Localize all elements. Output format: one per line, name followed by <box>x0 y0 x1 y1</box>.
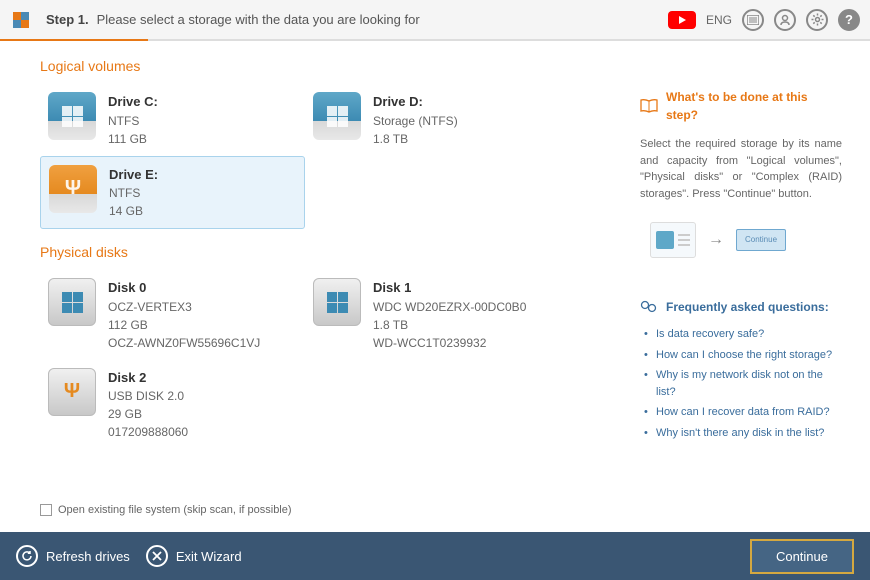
disk-model: WDC WD20EZRX-00DC0B0 <box>373 298 526 316</box>
volume-size: 14 GB <box>109 202 158 220</box>
continue-button[interactable]: Continue <box>750 539 854 574</box>
faq-item[interactable]: How can I choose the right storage? <box>656 345 842 366</box>
faq-list: Is data recovery safe?How can I choose t… <box>640 324 842 443</box>
illust-select-box <box>650 222 696 258</box>
faq-item[interactable]: Is data recovery safe? <box>656 324 842 345</box>
physical-disks-grid: Disk 0OCZ-VERTEX3112 GBOCZ-AWNZ0FW55696C… <box>40 270 600 449</box>
checkbox-icon[interactable] <box>40 504 52 516</box>
windows-drive-icon <box>48 92 96 140</box>
step-label: Step 1. <box>46 12 89 27</box>
windows-drive-icon <box>313 92 361 140</box>
usb-drive-icon: Ψ <box>49 165 97 213</box>
book-icon <box>640 99 658 113</box>
physical-disk-icon <box>313 278 361 326</box>
faq-item[interactable]: Why is my network disk not on the list? <box>656 365 842 402</box>
volume-name: Drive D: <box>373 92 458 112</box>
faq-header: Frequently asked questions: <box>640 298 842 316</box>
close-icon <box>146 545 168 567</box>
logical-volume-item[interactable]: Drive D:Storage (NTFS)1.8 TB <box>305 84 570 156</box>
disk-size: 1.8 TB <box>373 316 526 334</box>
gear-icon[interactable] <box>806 9 828 31</box>
volume-fs: Storage (NTFS) <box>373 112 458 130</box>
help-illustration: → Continue <box>640 222 842 258</box>
disk-name: Disk 2 <box>108 368 188 388</box>
help-description: Select the required storage by its name … <box>640 136 842 202</box>
open-existing-checkbox-row[interactable]: Open existing file system (skip scan, if… <box>40 504 292 516</box>
disk-model: OCZ-VERTEX3 <box>108 298 260 316</box>
exit-label: Exit Wizard <box>176 549 242 564</box>
disk-name: Disk 0 <box>108 278 260 298</box>
physical-disk-item[interactable]: Ψ Disk 2USB DISK 2.029 GB017209888060 <box>40 360 305 450</box>
disk-serial: 017209888060 <box>108 423 188 441</box>
physical-disk-icon <box>48 278 96 326</box>
volume-name: Drive E: <box>109 165 158 185</box>
logical-volume-item[interactable]: Drive C:NTFS111 GB <box>40 84 305 156</box>
faq-title: Frequently asked questions: <box>666 298 829 316</box>
disk-serial: WD-WCC1T0239932 <box>373 334 526 352</box>
app-logo-icon <box>10 9 32 31</box>
arrow-icon: → <box>708 228 724 252</box>
faq-icon <box>640 300 658 314</box>
top-right-controls: ENG ? <box>668 9 860 31</box>
logical-volumes-title: Logical volumes <box>40 58 600 74</box>
physical-disk-item[interactable]: Disk 1WDC WD20EZRX-00DC0B01.8 TBWD-WCC1T… <box>305 270 570 360</box>
help-icon[interactable]: ? <box>838 9 860 31</box>
checkbox-label: Open existing file system (skip scan, if… <box>58 504 292 516</box>
faq-item[interactable]: Why isn't there any disk in the list? <box>656 423 842 444</box>
volume-name: Drive C: <box>108 92 158 112</box>
faq-item[interactable]: How can I recover data from RAID? <box>656 402 842 423</box>
youtube-icon[interactable] <box>668 11 696 29</box>
main-content: Logical volumes Drive C:NTFS111 GBDrive … <box>0 40 870 530</box>
storage-panel: Logical volumes Drive C:NTFS111 GBDrive … <box>0 58 640 530</box>
physical-disk-item[interactable]: Disk 0OCZ-VERTEX3112 GBOCZ-AWNZ0FW55696C… <box>40 270 305 360</box>
disk-name: Disk 1 <box>373 278 526 298</box>
refresh-drives-button[interactable]: Refresh drives <box>16 545 130 567</box>
news-icon[interactable] <box>742 9 764 31</box>
logical-volumes-grid: Drive C:NTFS111 GBDrive D:Storage (NTFS)… <box>40 84 600 229</box>
logical-volume-item[interactable]: Ψ Drive E:NTFS14 GB <box>40 156 305 230</box>
disk-serial: OCZ-AWNZ0FW55696C1VJ <box>108 334 260 352</box>
refresh-icon <box>16 545 38 567</box>
top-bar: Step 1. Please select a storage with the… <box>0 0 870 40</box>
physical-disks-title: Physical disks <box>40 244 600 260</box>
volume-fs: NTFS <box>108 112 158 130</box>
volume-size: 111 GB <box>108 130 158 148</box>
exit-wizard-button[interactable]: Exit Wizard <box>146 545 242 567</box>
help-header: What's to be done at this step? <box>640 88 842 124</box>
disk-model: USB DISK 2.0 <box>108 387 188 405</box>
step-description: Please select a storage with the data yo… <box>97 12 420 27</box>
disk-size: 29 GB <box>108 405 188 423</box>
volume-size: 1.8 TB <box>373 130 458 148</box>
language-selector[interactable]: ENG <box>706 13 732 27</box>
usb-physical-disk-icon: Ψ <box>48 368 96 416</box>
help-title: What's to be done at this step? <box>666 88 842 124</box>
volume-fs: NTFS <box>109 184 158 202</box>
illust-continue-button: Continue <box>736 229 786 251</box>
disk-size: 112 GB <box>108 316 260 334</box>
help-panel: What's to be done at this step? Select t… <box>640 58 870 530</box>
user-icon[interactable] <box>774 9 796 31</box>
footer-bar: Refresh drives Exit Wizard Continue <box>0 532 870 580</box>
refresh-label: Refresh drives <box>46 549 130 564</box>
progress-indicator <box>0 39 148 41</box>
